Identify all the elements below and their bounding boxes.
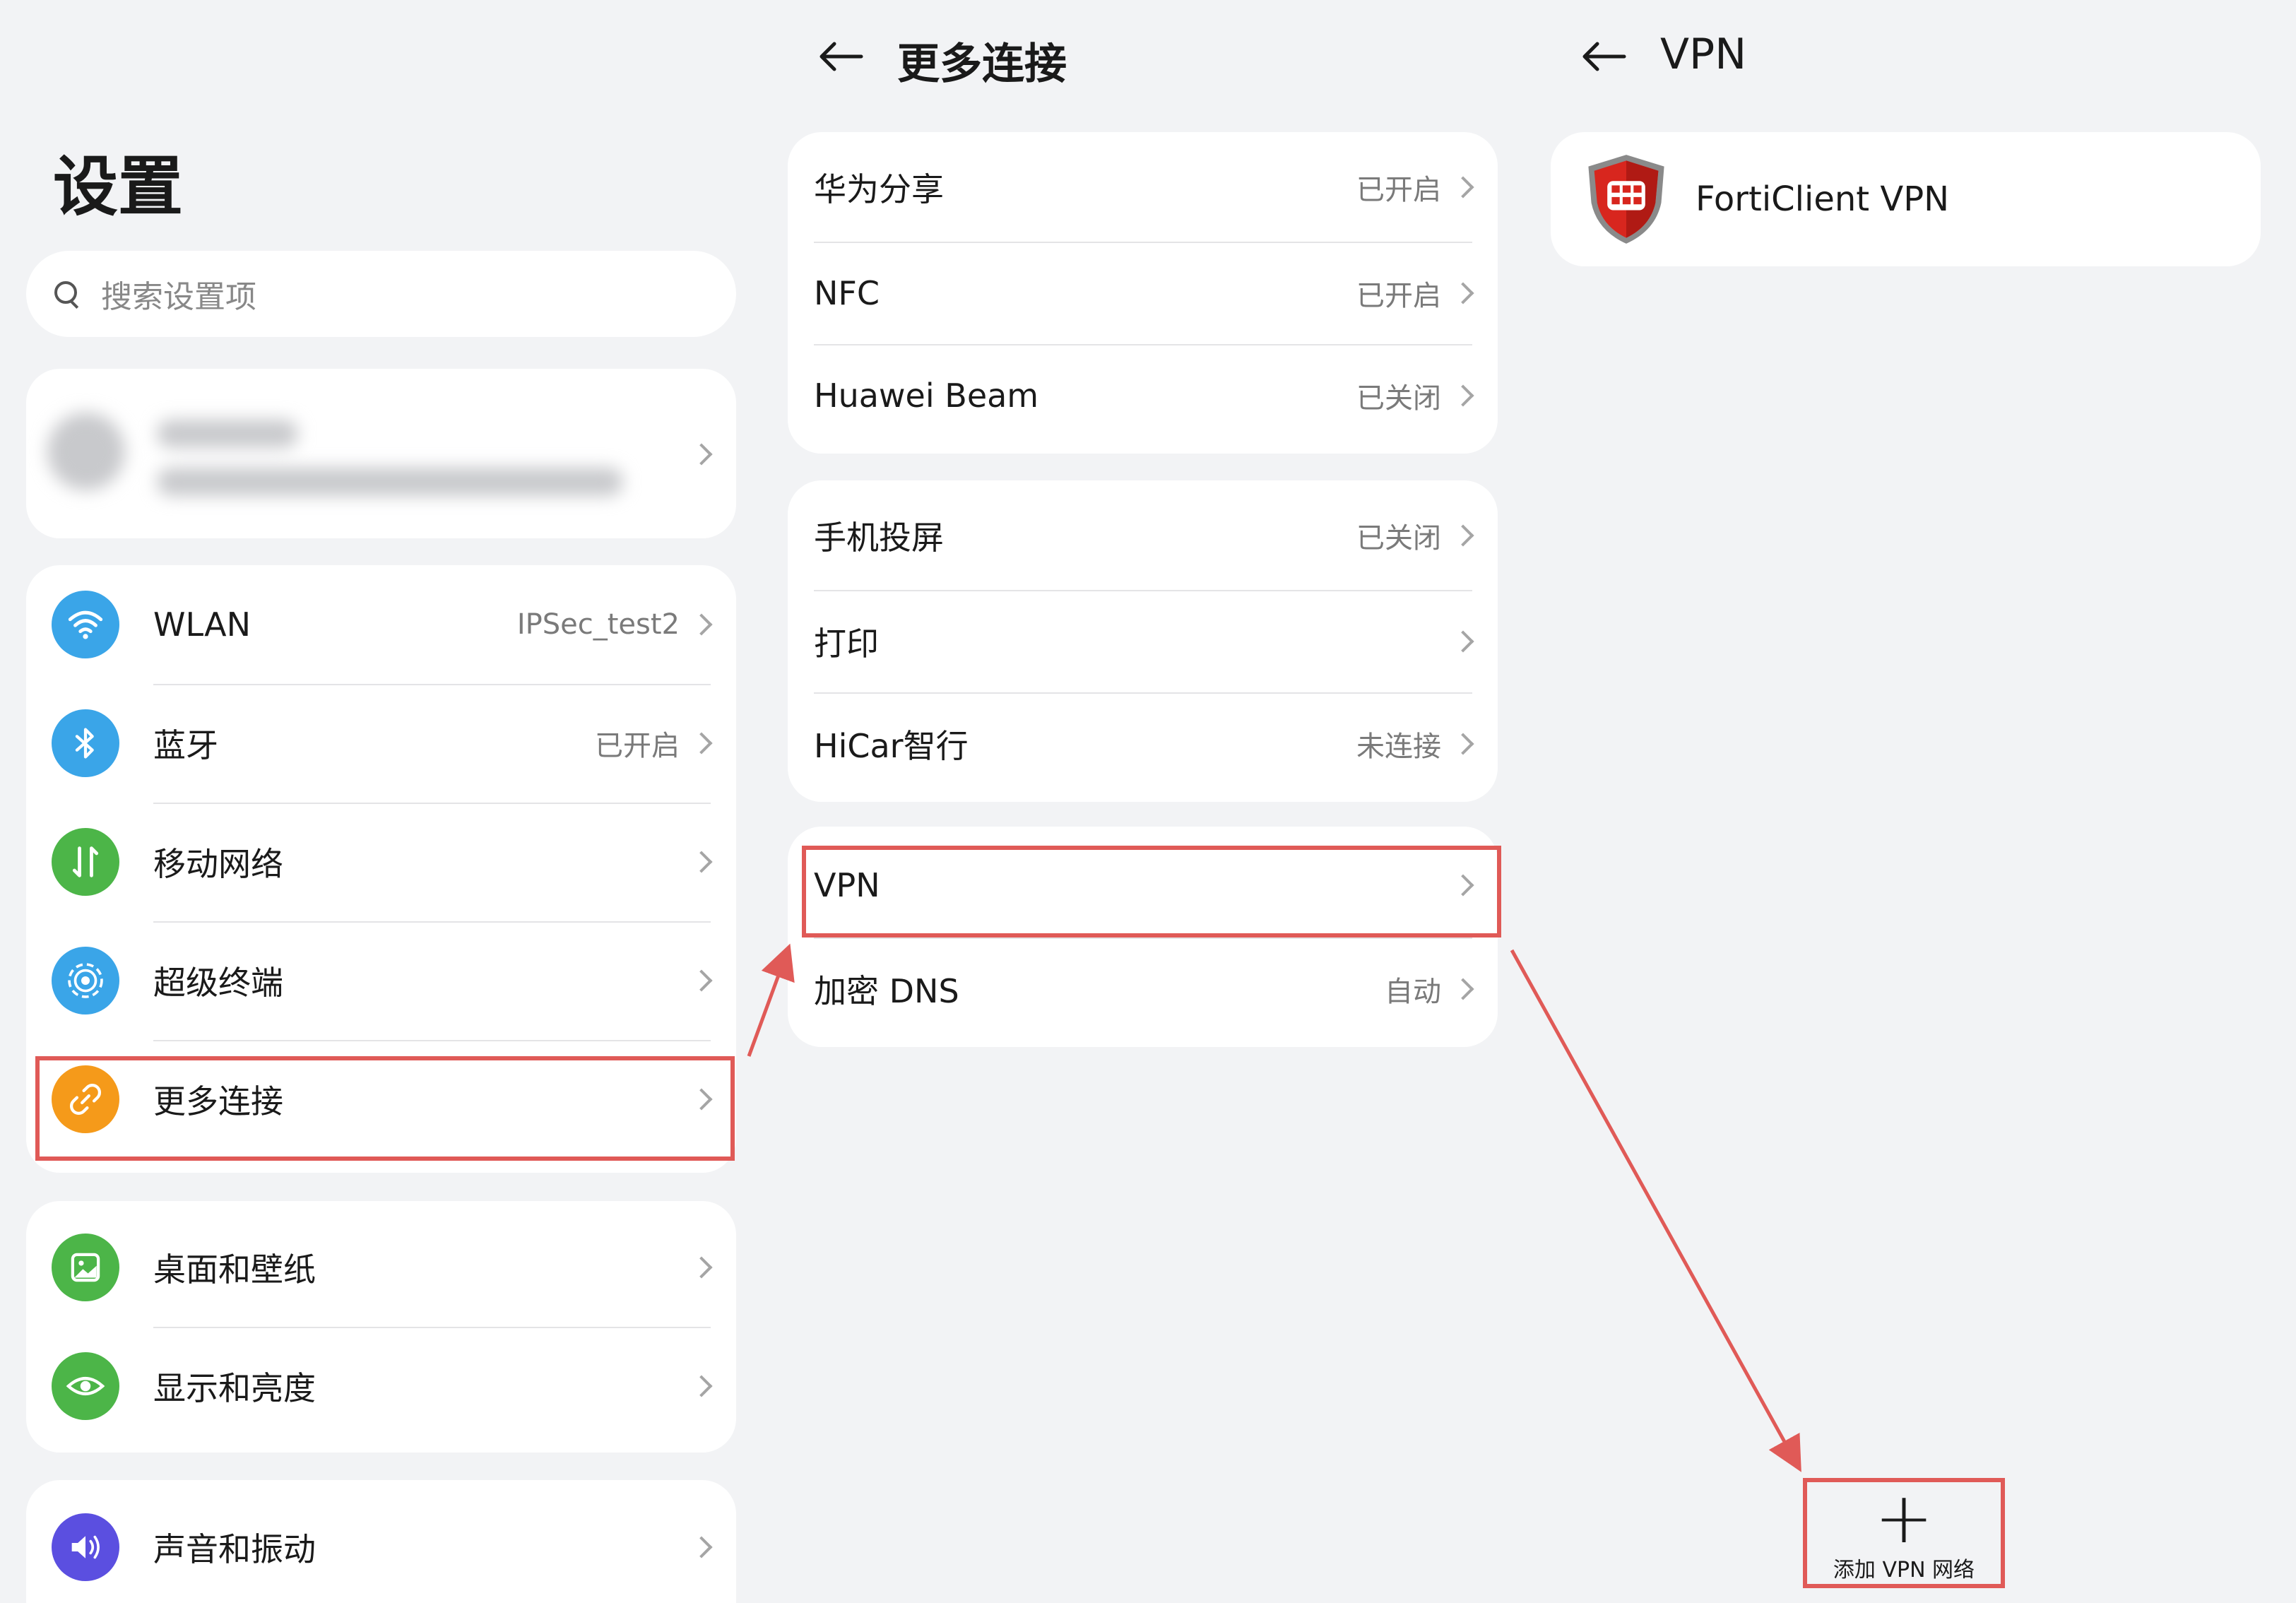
settings-item-huawei-beam[interactable]: Huawei Beam 已关闭 (788, 344, 1498, 446)
chevron-right-icon (1452, 629, 1474, 653)
settings-item-wlan[interactable]: WLAN IPSec_test2 (26, 565, 736, 684)
settings-item-label: 桌面和壁纸 (153, 1250, 316, 1289)
forticlient-shield-icon (1588, 155, 1664, 244)
vpn-app-name: FortiClient VPN (1696, 179, 1950, 219)
more-connections-pane: 更多连接 华为分享 已开启 NFC 已开启 Huawei Beam 已关闭 手机… (767, 0, 1529, 1603)
chevron-right-icon (1452, 732, 1474, 755)
highlight-box-vpn (802, 846, 1501, 937)
account-name-blurred (157, 420, 298, 448)
back-arrow-icon[interactable] (1579, 39, 1628, 74)
settings-pane: 设置 搜索设置项 WLAN IPSec_test2 蓝牙 已开启 移动网络 超级… (0, 0, 767, 1603)
chevron-right-icon (690, 613, 713, 636)
chevron-right-icon (690, 851, 713, 873)
chevron-right-icon (1452, 281, 1474, 304)
chevron-right-icon (690, 732, 713, 755)
share-card: 华为分享 已开启 NFC 已开启 Huawei Beam 已关闭 (788, 132, 1498, 454)
chevron-right-icon (1452, 175, 1474, 199)
settings-item-value: 已开启 (1356, 173, 1441, 206)
settings-item-desktop-wallpaper[interactable]: 桌面和壁纸 (26, 1208, 736, 1327)
search-input[interactable]: 搜索设置项 (101, 271, 256, 317)
settings-item-value: 未连接 (1356, 730, 1441, 763)
settings-item-label: 加密 DNS (814, 971, 959, 1010)
page-title: VPN (1660, 30, 1747, 79)
super-device-icon (52, 947, 119, 1015)
projection-card: 手机投屏 已关闭 打印 HiCar智行 未连接 (788, 480, 1498, 802)
chevron-right-icon (690, 1256, 713, 1279)
chevron-right-icon (1452, 384, 1474, 407)
settings-item-display-brightness[interactable]: 显示和亮度 (26, 1327, 736, 1445)
settings-item-value: 已开启 (595, 730, 680, 762)
settings-item-encrypted-dns[interactable]: 加密 DNS 自动 (788, 937, 1498, 1040)
chevron-right-icon (690, 969, 713, 992)
settings-item-screen-projection[interactable]: 手机投屏 已关闭 (788, 480, 1498, 590)
mobile-data-icon (52, 828, 119, 896)
settings-item-label: HiCar智行 (814, 726, 969, 765)
settings-item-value: 已关闭 (1356, 381, 1441, 415)
wifi-icon (52, 591, 119, 658)
settings-item-mobile-network[interactable]: 移动网络 (26, 803, 736, 921)
sound-card: 声音和振动 (26, 1480, 736, 1603)
settings-item-bluetooth[interactable]: 蓝牙 已开启 (26, 684, 736, 803)
chevron-right-icon (690, 1375, 713, 1397)
settings-item-value: 自动 (1385, 975, 1441, 1008)
settings-item-label: 打印 (814, 624, 879, 663)
search-bar[interactable]: 搜索设置项 (26, 251, 736, 337)
vpn-app-card[interactable]: FortiClient VPN (1551, 132, 2261, 266)
settings-item-label: 超级终端 (153, 964, 283, 1002)
settings-item-value: IPSec_test2 (516, 608, 680, 641)
account-info-blurred (157, 468, 623, 496)
settings-item-label: 显示和亮度 (153, 1369, 316, 1407)
settings-item-label: 声音和振动 (153, 1530, 316, 1568)
settings-item-value: 已开启 (1356, 279, 1441, 312)
settings-item-label: NFC (814, 273, 880, 312)
chevron-right-icon (1452, 977, 1474, 1000)
wallpaper-icon (52, 1234, 119, 1301)
settings-item-label: WLAN (153, 605, 252, 644)
settings-item-sound-vibration[interactable]: 声音和振动 (26, 1480, 736, 1603)
settings-item-super-device[interactable]: 超级终端 (26, 921, 736, 1040)
settings-item-print[interactable]: 打印 (788, 590, 1498, 692)
search-icon (53, 280, 81, 308)
chevron-right-icon (1452, 524, 1474, 547)
bluetooth-icon (52, 709, 119, 777)
settings-item-value: 已关闭 (1356, 521, 1441, 555)
highlight-box-add-vpn (1803, 1478, 2005, 1588)
settings-item-hicar[interactable]: HiCar智行 未连接 (788, 692, 1498, 795)
avatar (47, 413, 125, 490)
settings-item-nfc[interactable]: NFC 已开启 (788, 242, 1498, 344)
display-card: 桌面和壁纸 显示和亮度 (26, 1201, 736, 1453)
settings-item-label: 华为分享 (814, 170, 944, 208)
chevron-right-icon (690, 1536, 713, 1558)
account-card[interactable] (26, 369, 736, 538)
back-arrow-icon[interactable] (816, 39, 865, 74)
eye-icon (52, 1352, 119, 1420)
settings-item-label: 蓝牙 (153, 726, 218, 764)
settings-item-label: 移动网络 (153, 845, 283, 883)
page-title: 更多连接 (897, 40, 1067, 89)
settings-item-label: 手机投屏 (814, 518, 944, 557)
page-title: 设置 (53, 149, 184, 225)
speaker-icon (52, 1513, 119, 1581)
highlight-box-more-connections (35, 1056, 735, 1161)
settings-item-huawei-share[interactable]: 华为分享 已开启 (788, 132, 1498, 242)
settings-item-label: Huawei Beam (814, 376, 1039, 415)
chevron-right-icon (690, 443, 713, 466)
vpn-pane: VPN FortiClient VPN (1529, 0, 2296, 1603)
